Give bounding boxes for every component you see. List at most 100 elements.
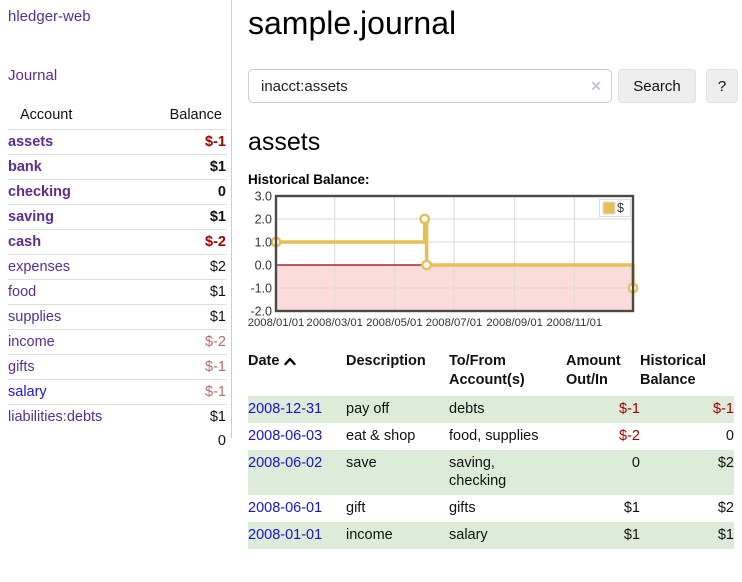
page-title: sample.journal bbox=[248, 5, 740, 42]
register-date-cell: 2008-06-03 bbox=[248, 423, 346, 450]
historical-balance-chart: $3.02.01.00.0-1.0-2.02008/01/012008/03/0… bbox=[248, 192, 740, 334]
svg-text:2008/05/01: 2008/05/01 bbox=[366, 317, 423, 329]
register-header-row: Date Description To/FromAccount(s) Amoun… bbox=[248, 350, 734, 396]
balance-column-header: Balance bbox=[144, 103, 226, 130]
register-amount-cell: $-1 bbox=[566, 396, 640, 423]
account-row: food $1 bbox=[8, 280, 226, 305]
description-column-header: Description bbox=[346, 350, 449, 396]
account-row: assets $-1 bbox=[8, 130, 226, 155]
svg-text:2008/11/01: 2008/11/01 bbox=[546, 317, 602, 329]
register-accounts-cell: saving, checking bbox=[449, 450, 566, 495]
transaction-date-link[interactable]: 2008-06-01 bbox=[248, 500, 322, 516]
app-title-link[interactable]: hledger-web bbox=[8, 8, 91, 25]
register-amount-cell: $1 bbox=[566, 522, 640, 549]
register-balance-cell: $-1 bbox=[640, 396, 734, 423]
account-heading: assets bbox=[248, 128, 740, 157]
account-balance: $-2 bbox=[144, 330, 226, 355]
accounts-total-row: 0 bbox=[8, 429, 226, 453]
register-description-cell: eat & shop bbox=[346, 423, 449, 450]
account-row: saving $1 bbox=[8, 205, 226, 230]
sort-ascending-icon bbox=[284, 354, 296, 370]
transaction-date-link[interactable]: 2008-06-03 bbox=[248, 428, 322, 444]
register-description-cell: income bbox=[346, 522, 449, 549]
search-button[interactable]: Search bbox=[618, 69, 696, 103]
main-content: sample.journal ✕ Search ? assets Histori… bbox=[248, 0, 740, 549]
register-description-cell: save bbox=[346, 450, 449, 495]
register-accounts-cell: debts bbox=[449, 396, 566, 423]
svg-text:$: $ bbox=[617, 201, 624, 215]
account-balance: $1 bbox=[144, 205, 226, 230]
transaction-date-link[interactable]: 2008-12-31 bbox=[248, 401, 322, 417]
register-date-cell: 2008-06-01 bbox=[248, 495, 346, 522]
svg-text:2008/07/01: 2008/07/01 bbox=[426, 317, 483, 329]
account-link-checking[interactable]: checking bbox=[8, 184, 71, 200]
register-accounts-cell: salary bbox=[449, 522, 566, 549]
svg-text:2008/09/01: 2008/09/01 bbox=[486, 317, 543, 329]
register-row: 2008-06-01 giftgifts$1$2 bbox=[248, 495, 734, 522]
total-balance: 0 bbox=[144, 429, 226, 453]
account-link-assets[interactable]: assets bbox=[8, 134, 53, 150]
account-link-salary[interactable]: salary bbox=[8, 384, 47, 400]
register-balance-cell: $2 bbox=[640, 495, 734, 522]
svg-text:3.0: 3.0 bbox=[255, 190, 272, 204]
accounts-body: assets$-1bank$1checking0saving$1cash$-2e… bbox=[8, 130, 226, 430]
account-balance: $1 bbox=[144, 280, 226, 305]
register-balance-cell: 0 bbox=[640, 423, 734, 450]
account-link-food[interactable]: food bbox=[8, 284, 36, 300]
accounts-column-header: To/FromAccount(s) bbox=[449, 350, 566, 396]
accounts-table: Account Balance assets $-1 bank $1 checking 0… bbox=[8, 103, 226, 453]
svg-text:-1.0: -1.0 bbox=[250, 282, 272, 296]
register-table: Date Description To/FromAccount(s) Amoun… bbox=[248, 350, 734, 549]
search-bar: ✕ Search ? bbox=[248, 69, 740, 103]
clear-search-icon[interactable]: ✕ bbox=[590, 77, 602, 95]
account-balance: $1 bbox=[144, 305, 226, 330]
register-amount-cell: $-2 bbox=[566, 423, 640, 450]
account-link-bank[interactable]: bank bbox=[8, 159, 42, 175]
register-balance-cell: $2 bbox=[640, 450, 734, 495]
register-date-cell: 2008-06-02 bbox=[248, 450, 346, 495]
account-link-income[interactable]: income bbox=[8, 334, 55, 350]
register-body: 2008-12-31pay offdebts$-1$-12008-06-03ea… bbox=[248, 396, 734, 549]
account-link-expenses[interactable]: expenses bbox=[8, 259, 70, 275]
account-balance: $-1 bbox=[144, 380, 226, 405]
register-accounts-cell: gifts bbox=[449, 495, 566, 522]
account-column-header: Account bbox=[8, 103, 144, 130]
account-balance: $-2 bbox=[144, 230, 226, 255]
account-link-gifts[interactable]: gifts bbox=[8, 359, 35, 375]
sidebar: hledger-web Journal Account Balance asse… bbox=[0, 0, 232, 438]
transaction-date-link[interactable]: 2008-06-02 bbox=[248, 455, 322, 471]
account-link-cash[interactable]: cash bbox=[8, 234, 41, 250]
account-balance: 0 bbox=[144, 180, 226, 205]
register-description-cell: pay off bbox=[346, 396, 449, 423]
account-row: bank $1 bbox=[8, 155, 226, 180]
amount-column-header: AmountOut/In bbox=[566, 350, 640, 396]
account-balance: $1 bbox=[144, 155, 226, 180]
sidebar-item-journal[interactable]: Journal bbox=[8, 67, 231, 84]
register-row: 2008-06-02 savesaving, checking0$2 bbox=[248, 450, 734, 495]
account-row: liabilities:debts$1 bbox=[8, 405, 226, 430]
account-balance: $-1 bbox=[144, 355, 226, 380]
account-row: cash $-2 bbox=[8, 230, 226, 255]
register-amount-cell: 0 bbox=[566, 450, 640, 495]
register-amount-cell: $1 bbox=[566, 495, 640, 522]
svg-text:2008/03/01: 2008/03/01 bbox=[306, 317, 363, 329]
transaction-date-link[interactable]: 2008-01-01 bbox=[248, 527, 322, 543]
account-row: expenses $2 bbox=[8, 255, 226, 280]
account-link-saving[interactable]: saving bbox=[8, 209, 54, 225]
account-link-supplies[interactable]: supplies bbox=[8, 309, 61, 325]
svg-text:2.0: 2.0 bbox=[255, 213, 272, 227]
date-column-header[interactable]: Date bbox=[248, 350, 346, 396]
total-spacer bbox=[8, 429, 144, 453]
account-balance: $-1 bbox=[144, 130, 226, 155]
accounts-header-row: Account Balance bbox=[8, 103, 226, 130]
svg-text:2008/01/01: 2008/01/01 bbox=[248, 317, 305, 329]
account-link-liabilities-debts[interactable]: liabilities:debts bbox=[8, 409, 102, 425]
account-row: supplies $1 bbox=[8, 305, 226, 330]
svg-text:0.0: 0.0 bbox=[255, 259, 272, 273]
balance-column-header-register: HistoricalBalance bbox=[640, 350, 734, 396]
search-input[interactable] bbox=[248, 69, 612, 103]
register-description-cell: gift bbox=[346, 495, 449, 522]
register-balance-cell: $1 bbox=[640, 522, 734, 549]
account-balance: $2 bbox=[144, 255, 226, 280]
help-button[interactable]: ? bbox=[706, 69, 738, 103]
